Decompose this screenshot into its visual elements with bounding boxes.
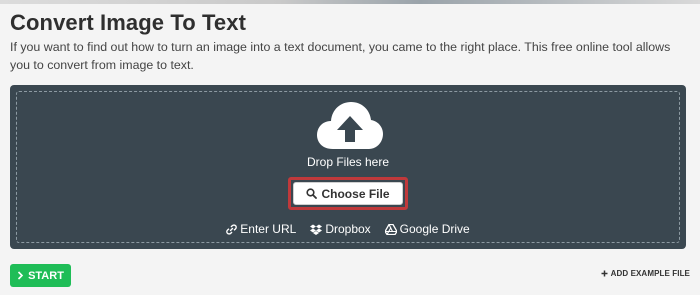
dropbox-link[interactable]: Dropbox [310, 222, 371, 236]
plus-icon [601, 270, 608, 277]
add-example-file-label: ADD EXAMPLE FILE [610, 269, 690, 278]
choose-file-label: Choose File [321, 186, 390, 201]
enter-url-label: Enter URL [240, 222, 297, 236]
start-button[interactable]: START [10, 264, 71, 287]
search-icon [306, 188, 318, 199]
google-drive-label: Google Drive [399, 222, 470, 236]
add-example-file-button[interactable]: ADD EXAMPLE FILE [601, 269, 690, 278]
dropbox-icon [310, 224, 323, 235]
top-accent-bar [0, 0, 700, 4]
cloud-upload-icon [317, 102, 383, 149]
start-label: START [28, 269, 64, 282]
choose-file-button[interactable]: Choose File [293, 182, 403, 205]
page-description: If you want to find out how to turn an i… [10, 40, 671, 72]
upload-sources: Enter URL Dropbox Google Drive [10, 222, 686, 236]
chevron-right-icon [17, 271, 24, 280]
page-title: Convert Image To Text [10, 10, 246, 35]
enter-url-link[interactable]: Enter URL [226, 222, 296, 236]
google-drive-link[interactable]: Google Drive [384, 222, 470, 236]
upload-dropzone[interactable]: Drop Files here Choose File Enter URL Dr… [10, 85, 686, 249]
link-icon [226, 223, 238, 235]
drop-files-text: Drop Files here [306, 155, 390, 169]
dropbox-label: Dropbox [325, 222, 371, 236]
google-drive-icon [384, 223, 397, 235]
